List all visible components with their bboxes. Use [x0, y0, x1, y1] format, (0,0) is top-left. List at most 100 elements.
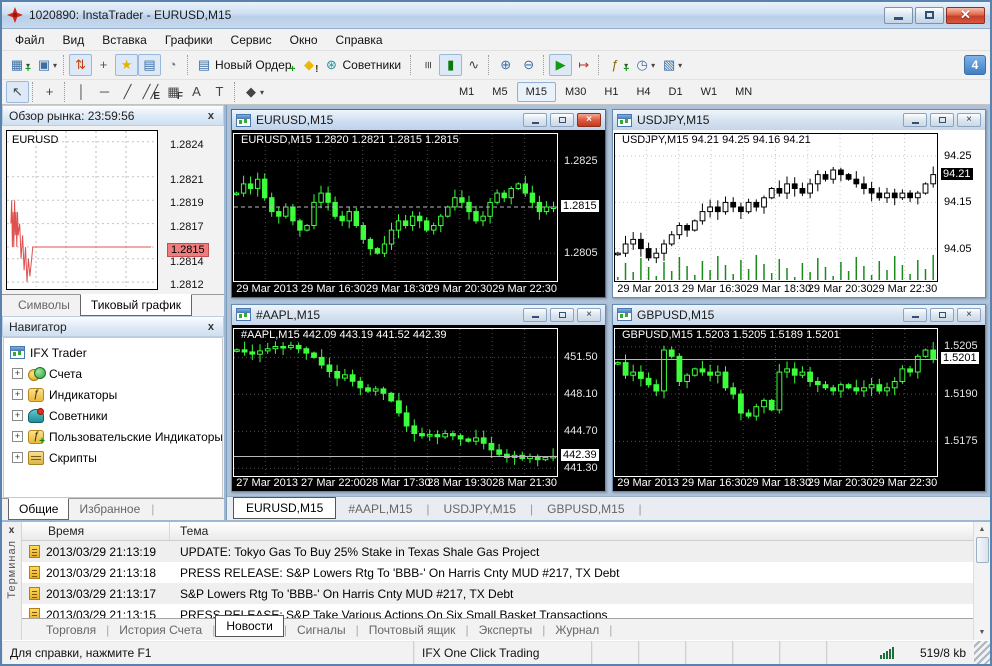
news-row-2[interactable]: 2013/03/29 21:13:17 S&P Lowers Rtg To 'BB…: [22, 583, 973, 604]
terminal-tab-3[interactable]: Сигналы: [287, 620, 356, 640]
chart-close-button[interactable]: ×: [957, 113, 981, 127]
data-window-button[interactable]: +: [92, 54, 115, 76]
chart-tab-1[interactable]: #AAPL,M15: [336, 499, 424, 519]
scroll-thumb[interactable]: [975, 537, 989, 563]
chart-plot[interactable]: [232, 130, 605, 297]
vertical-line-button[interactable]: │: [70, 81, 93, 103]
horizontal-line-button[interactable]: ─: [93, 81, 116, 103]
news-row-3[interactable]: 2013/03/29 21:13:15 PRESS RELEASE: S&P Ta…: [22, 604, 973, 618]
timeframe-m1-button[interactable]: M1: [450, 82, 483, 102]
notifications-button[interactable]: 4: [964, 55, 986, 75]
news-row-0[interactable]: 2013/03/29 21:13:19 UPDATE: Tokyo Gas To …: [22, 541, 973, 562]
chart-candlesticks-button[interactable]: ▮: [439, 54, 463, 76]
text-tool-button[interactable]: A: [185, 81, 208, 103]
chart-canvas-gbpusd[interactable]: GBPUSD,M15 1.5203 1.5205 1.5189 1.5201 1.…: [613, 324, 985, 492]
chart-line-button[interactable]: ∿: [462, 54, 485, 76]
auto-scroll-button[interactable]: ▶: [549, 54, 573, 76]
close-button[interactable]: ✕: [946, 6, 985, 24]
menu-item-0[interactable]: Файл: [6, 30, 54, 50]
chart-restore-button[interactable]: [550, 113, 574, 127]
chart-bars-button[interactable]: ≡: [416, 54, 439, 76]
restore-button[interactable]: [915, 6, 944, 24]
important-button[interactable]: ◆!: [298, 54, 321, 76]
chart-titlebar-eurusd[interactable]: EURUSD,M15 ×: [232, 110, 605, 130]
navigator-tab-0[interactable]: Общие: [8, 498, 70, 520]
chart-profiles-button[interactable]: ▣ ▾: [33, 54, 60, 76]
zoom-out-button[interactable]: ⊖: [517, 54, 540, 76]
periods-button[interactable]: ◷ ▾: [631, 54, 658, 76]
equidistant-channel-button[interactable]: ╱╱ E: [139, 81, 162, 103]
crosshair-tool-button[interactable]: +: [38, 81, 61, 103]
chart-titlebar-gbpusd[interactable]: GBPUSD,M15 ×: [613, 304, 985, 325]
chart-titlebar-aapl[interactable]: #AAPL,M15 ×: [232, 304, 605, 325]
terminal-tab-2[interactable]: Новости: [215, 614, 284, 637]
menu-item-4[interactable]: Сервис: [222, 30, 281, 50]
chart-minimize-button[interactable]: [523, 307, 547, 322]
market-watch-button[interactable]: ⇅: [69, 54, 93, 76]
menu-item-5[interactable]: Окно: [281, 30, 327, 50]
strategy-tester-button[interactable]: ◔: [161, 54, 184, 76]
chart-canvas-aapl[interactable]: #AAPL,M15 442.09 443.19 441.52 442.39 451…: [232, 324, 605, 492]
chart-close-button[interactable]: ×: [957, 307, 981, 322]
chart-canvas-usdjpy[interactable]: USDJPY,M15 94.21 94.25 94.16 94.21 94.25 9…: [613, 130, 985, 297]
minimize-button[interactable]: [884, 6, 913, 24]
navigator-item-2[interactable]: + Советники: [10, 405, 222, 426]
timeframe-h1-button[interactable]: H1: [595, 82, 627, 102]
zoom-in-button[interactable]: ⊕: [494, 54, 517, 76]
text-label-tool-button[interactable]: T: [208, 81, 231, 103]
terminal-scrollbar[interactable]: ▲ ▼: [973, 522, 990, 640]
new-order-button[interactable]: ▤ + Новый Ордер: [193, 54, 297, 76]
market-watch-close-icon[interactable]: x: [205, 110, 217, 122]
indicators-list-button[interactable]: ƒ + ▾: [604, 54, 631, 76]
timeframe-h4-button[interactable]: H4: [627, 82, 659, 102]
menu-item-2[interactable]: Вставка: [93, 30, 156, 50]
terminal-tab-5[interactable]: Эксперты: [469, 620, 543, 640]
terminal-button[interactable]: ▤: [138, 54, 162, 76]
chart-tab-0[interactable]: EURUSD,M15: [233, 496, 337, 519]
navigator-close-icon[interactable]: x: [205, 321, 217, 333]
chart-minimize-button[interactable]: [903, 307, 927, 322]
timeframe-d1-button[interactable]: D1: [660, 82, 692, 102]
navigator-button[interactable]: ★: [115, 54, 139, 76]
chart-restore-button[interactable]: [930, 307, 954, 322]
scroll-up-icon[interactable]: ▲: [979, 522, 986, 537]
chart-titlebar-usdjpy[interactable]: USDJPY,M15 ×: [613, 110, 985, 130]
chart-restore-button[interactable]: [550, 307, 574, 322]
status-trading-mode[interactable]: IFX One Click Trading: [414, 641, 592, 664]
chart-plot[interactable]: [613, 325, 985, 492]
chart-restore-button[interactable]: [930, 113, 954, 127]
chart-minimize-button[interactable]: [523, 113, 547, 127]
chart-shift-button[interactable]: ↦: [572, 54, 595, 76]
chart-minimize-button[interactable]: [903, 113, 927, 127]
chart-plot[interactable]: [232, 325, 605, 492]
templates-button[interactable]: ▧ ▾: [658, 54, 685, 76]
timeframe-w1-button[interactable]: W1: [692, 82, 727, 102]
navigator-root[interactable]: IFX Trader: [10, 342, 222, 363]
timeframe-mn-button[interactable]: MN: [726, 82, 761, 102]
chart-close-button[interactable]: ×: [577, 307, 601, 322]
terminal-tab-4[interactable]: Почтовый ящик: [359, 620, 466, 640]
timeframe-m15-button[interactable]: M15: [516, 82, 556, 102]
expand-icon[interactable]: +: [12, 431, 23, 442]
expand-icon[interactable]: +: [12, 368, 23, 379]
terminal-tab-0[interactable]: Торговля: [36, 620, 106, 640]
terminal-tab-6[interactable]: Журнал: [545, 620, 609, 640]
menu-item-6[interactable]: Справка: [327, 30, 392, 50]
terminal-close-icon[interactable]: x: [9, 522, 15, 540]
chart-canvas-eurusd[interactable]: EURUSD,M15 1.2820 1.2821 1.2815 1.2815 1.…: [232, 130, 605, 297]
chart-close-button[interactable]: ×: [577, 113, 601, 127]
chart-plot[interactable]: [613, 130, 985, 297]
navigator-item-1[interactable]: + Индикаторы: [10, 384, 222, 405]
menu-item-1[interactable]: Вид: [54, 30, 94, 50]
arrow-styles-button[interactable]: ◆ ▾: [240, 81, 267, 103]
timeframe-m30-button[interactable]: M30: [556, 82, 595, 102]
navigator-item-4[interactable]: + Скрипты: [10, 447, 222, 468]
market-watch-tab-1[interactable]: Тиковый график: [79, 294, 193, 316]
cursor-button[interactable]: ↖: [6, 81, 29, 103]
resize-grip[interactable]: [974, 641, 990, 664]
menu-item-3[interactable]: Графики: [156, 30, 222, 50]
new-chart-button[interactable]: ▦ + ▾: [6, 54, 33, 76]
navigator-item-3[interactable]: + Пользовательские Индикаторы: [10, 426, 222, 447]
trendline-button[interactable]: ╱: [116, 81, 139, 103]
navigator-tab-1[interactable]: Избранное: [69, 499, 150, 519]
